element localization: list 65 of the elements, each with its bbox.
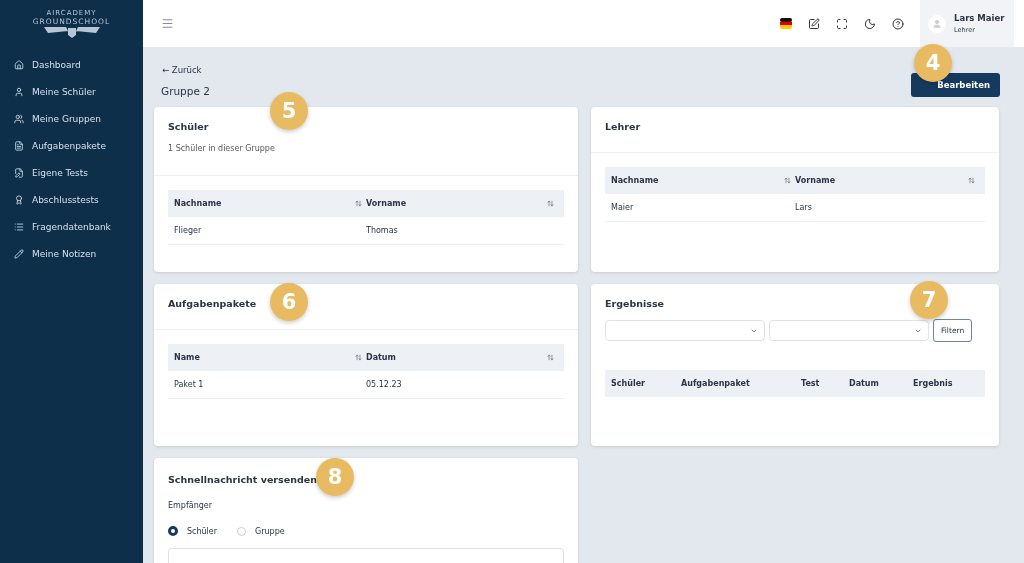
column-header[interactable]: Vorname	[795, 176, 836, 185]
list-icon	[14, 221, 24, 232]
input-field[interactable]	[168, 548, 564, 563]
avatar-icon	[932, 18, 942, 29]
sidebar-item[interactable]: Meine Gruppen	[0, 105, 143, 132]
card-title: Schüler	[168, 121, 209, 132]
user-icon	[14, 86, 24, 97]
edit-icon[interactable]	[808, 17, 820, 30]
column-header[interactable]: Datum	[366, 353, 396, 362]
back-link[interactable]: ← Zurück	[162, 65, 210, 75]
card-title: Lehrer	[605, 121, 641, 132]
flag-icon[interactable]	[780, 18, 792, 29]
radio-button[interactable]	[168, 526, 178, 536]
table-cell-text: Lars	[795, 203, 813, 212]
edit-button[interactable]: Bearbeiten	[911, 73, 1000, 97]
document-pen-icon	[14, 167, 24, 178]
sort-icon[interactable]	[968, 177, 975, 184]
sidebar-item[interactable]: Abschlusstests	[0, 186, 143, 213]
table-cell-text: Flieger	[174, 226, 203, 235]
home-icon	[14, 59, 24, 70]
column-header[interactable]: Vorname	[366, 199, 407, 208]
users-icon	[14, 113, 24, 124]
card-subtitle: 1 Schüler in dieser Gruppe	[168, 144, 276, 153]
pencil-icon	[14, 248, 24, 259]
sidebar-item[interactable]: Fragendatenbank	[0, 213, 143, 240]
callout-badge: 5	[270, 92, 308, 130]
sort-icon[interactable]	[784, 177, 791, 184]
table-cell-text: 05.12.23	[366, 380, 403, 389]
column-header[interactable]: Ergebnis	[913, 379, 953, 388]
table-cell-text: Maier	[611, 203, 635, 212]
card-title: Schnellnachricht versenden	[168, 474, 317, 485]
moon-icon[interactable]	[864, 17, 876, 30]
table-cell-text: Thomas	[366, 226, 399, 235]
sidebar-item[interactable]: Eigene Tests	[0, 159, 143, 186]
card-title: Aufgabenpakete	[168, 298, 257, 309]
column-header[interactable]: Nachname	[611, 176, 659, 185]
radio-label[interactable]: Gruppe	[255, 526, 285, 536]
column-header[interactable]: Nachname	[174, 199, 222, 208]
column-header[interactable]: Aufgabenpaket	[681, 379, 750, 388]
card-title: Ergebnisse	[605, 298, 664, 309]
table-cell-text: Paket 1	[174, 380, 205, 389]
select-field[interactable]	[769, 320, 929, 341]
sidebar-item[interactable]: Aufgabenpakete	[0, 132, 143, 159]
sort-icon[interactable]	[355, 354, 362, 361]
user-name: Lars Maier	[954, 13, 1005, 23]
column-header[interactable]: Schüler	[611, 379, 645, 388]
document-icon	[14, 140, 24, 151]
field-label: Empfänger	[168, 501, 213, 510]
award-icon	[14, 194, 24, 205]
column-header[interactable]: Name	[174, 353, 200, 362]
menu-icon[interactable]	[161, 17, 174, 30]
select-field[interactable]	[605, 320, 765, 341]
wings-logo-icon	[41, 25, 102, 38]
help-icon[interactable]	[892, 17, 904, 30]
fullscreen-icon[interactable]	[836, 17, 848, 30]
sort-icon[interactable]	[547, 200, 554, 207]
sort-icon[interactable]	[547, 354, 554, 361]
sort-icon[interactable]	[355, 200, 362, 207]
sidebar-item[interactable]: Meine Schüler	[0, 78, 143, 105]
sidebar-item[interactable]: Meine Notizen	[0, 240, 143, 267]
column-header[interactable]: Datum	[849, 379, 879, 388]
page-title: Gruppe 2	[161, 85, 210, 97]
radio-label[interactable]: Schüler	[187, 526, 218, 536]
column-header[interactable]: Test	[801, 379, 820, 388]
sidebar-item[interactable]: Dashboard	[0, 51, 143, 78]
